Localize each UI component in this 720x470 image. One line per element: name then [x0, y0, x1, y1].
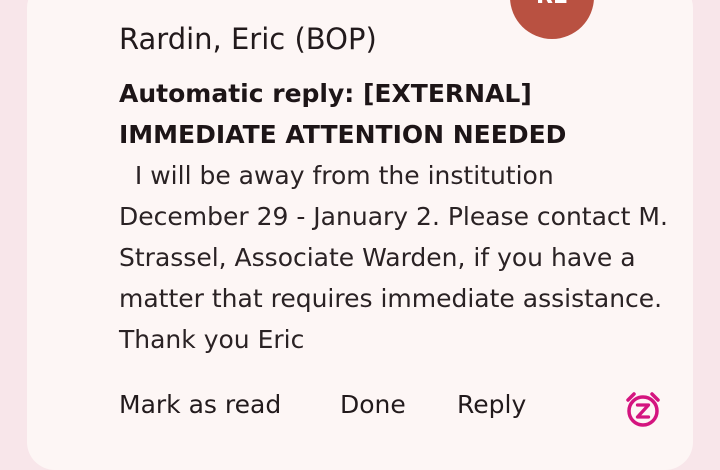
email-body: I will be away from the institution Dece… [119, 161, 676, 354]
avatar-initials: RE [536, 0, 568, 9]
mark-as-read-button[interactable]: Mark as read [119, 390, 281, 419]
snooze-button[interactable] [623, 389, 663, 429]
sender-name: Rardin, Eric (BOP) [119, 22, 377, 56]
email-subject: Automatic reply: [EXTERNAL] IMMEDIATE AT… [119, 79, 567, 149]
reply-button[interactable]: Reply [457, 390, 526, 419]
alarm-clock-z-icon [626, 392, 660, 427]
done-button[interactable]: Done [340, 390, 406, 419]
